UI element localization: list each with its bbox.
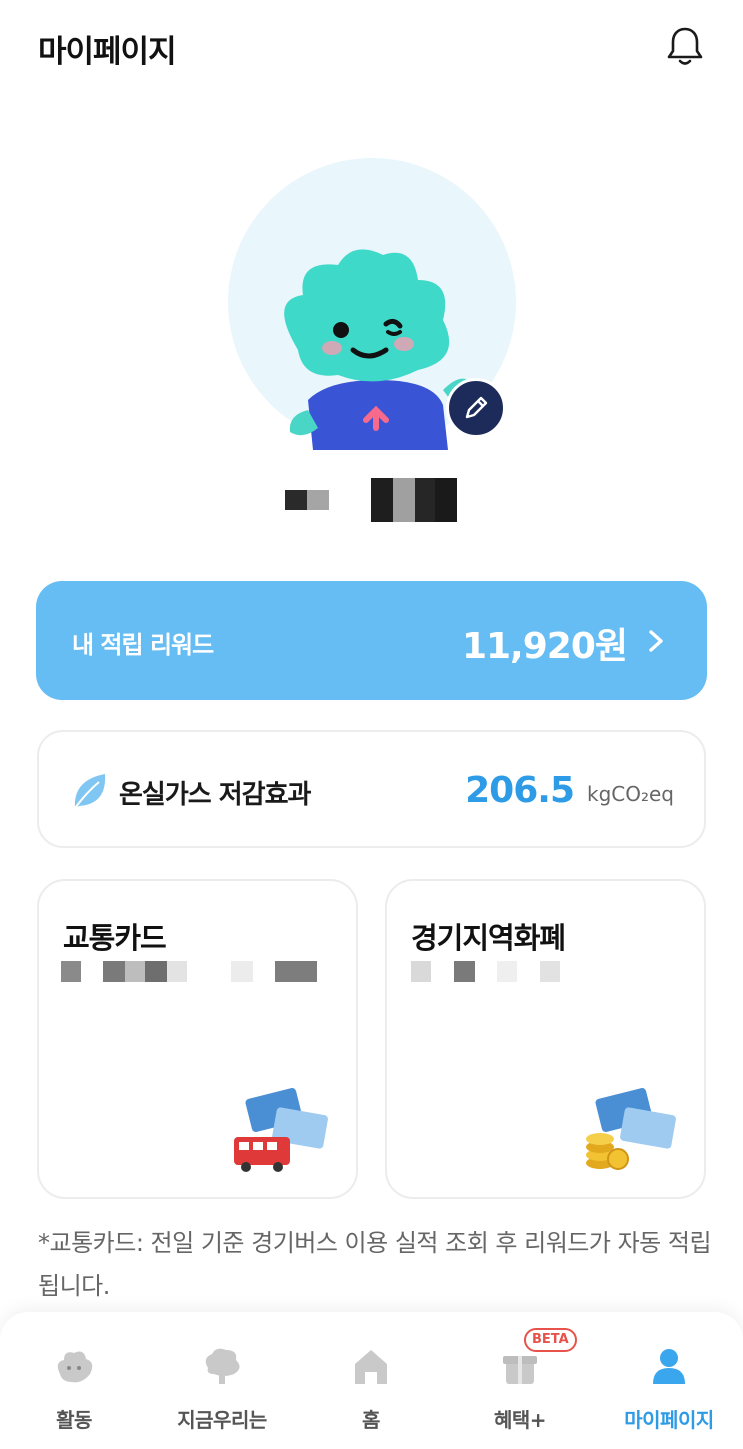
bus-card-icon	[234, 1088, 328, 1172]
ghg-reduction-card: 온실가스 저감효과 206.5 kgCO₂eq	[37, 730, 706, 848]
beta-badge: BETA	[524, 1328, 577, 1352]
tab-label: 혜택+	[493, 1408, 547, 1432]
local-currency-card[interactable]: 경기지역화폐	[385, 879, 706, 1199]
ghg-value: 206.5	[465, 770, 575, 811]
tab-label: 홈	[362, 1408, 380, 1432]
chevron-right-icon	[649, 630, 663, 652]
local-currency-card-title: 경기지역화폐	[411, 921, 566, 955]
profile-avatar	[228, 158, 516, 450]
app-header: 마이페이지	[0, 0, 743, 95]
tab-activity[interactable]: 활동	[0, 1312, 148, 1449]
reward-amount: 11,920원	[461, 626, 628, 667]
activity-icon	[57, 1351, 93, 1383]
edit-profile-button[interactable]	[446, 378, 506, 438]
reward-card[interactable]: 내 적립 리워드 11,920원	[36, 581, 707, 700]
tab-label: 지금우리는	[177, 1408, 267, 1432]
reward-label: 내 적립 리워드	[72, 631, 214, 659]
transport-card-title: 교통카드	[63, 921, 167, 955]
tab-home[interactable]: 홈	[297, 1312, 445, 1449]
transport-notice: *교통카드: 전일 기준 경기버스 이용 실적 조회 후 리워드가 자동 적립됩…	[38, 1229, 712, 1300]
ghg-unit: kgCO₂eq	[586, 782, 674, 806]
tree-icon	[205, 1348, 240, 1384]
masked-username-2	[371, 478, 457, 522]
bell-icon[interactable]	[664, 24, 706, 68]
home-icon	[355, 1350, 387, 1384]
tab-mypage[interactable]: 마이페이지	[595, 1312, 743, 1449]
page-title: 마이페이지	[38, 34, 177, 70]
tab-benefits[interactable]: BETA 혜택+	[446, 1312, 594, 1449]
coin-card-icon	[586, 1088, 676, 1170]
tab-label: 활동	[56, 1408, 92, 1432]
masked-username	[285, 478, 329, 522]
tab-label: 마이페이지	[624, 1408, 714, 1432]
bottom-tab-bar: 활동 지금우리는 홈 BETA 혜택+ 마이페이지	[0, 1312, 743, 1449]
leaf-icon	[74, 774, 106, 809]
person-icon	[653, 1349, 685, 1384]
pencil-icon	[465, 396, 488, 419]
tab-now-we[interactable]: 지금우리는	[148, 1312, 296, 1449]
transport-card[interactable]: 교통카드	[37, 879, 358, 1199]
ghg-label: 온실가스 저감효과	[119, 780, 311, 810]
